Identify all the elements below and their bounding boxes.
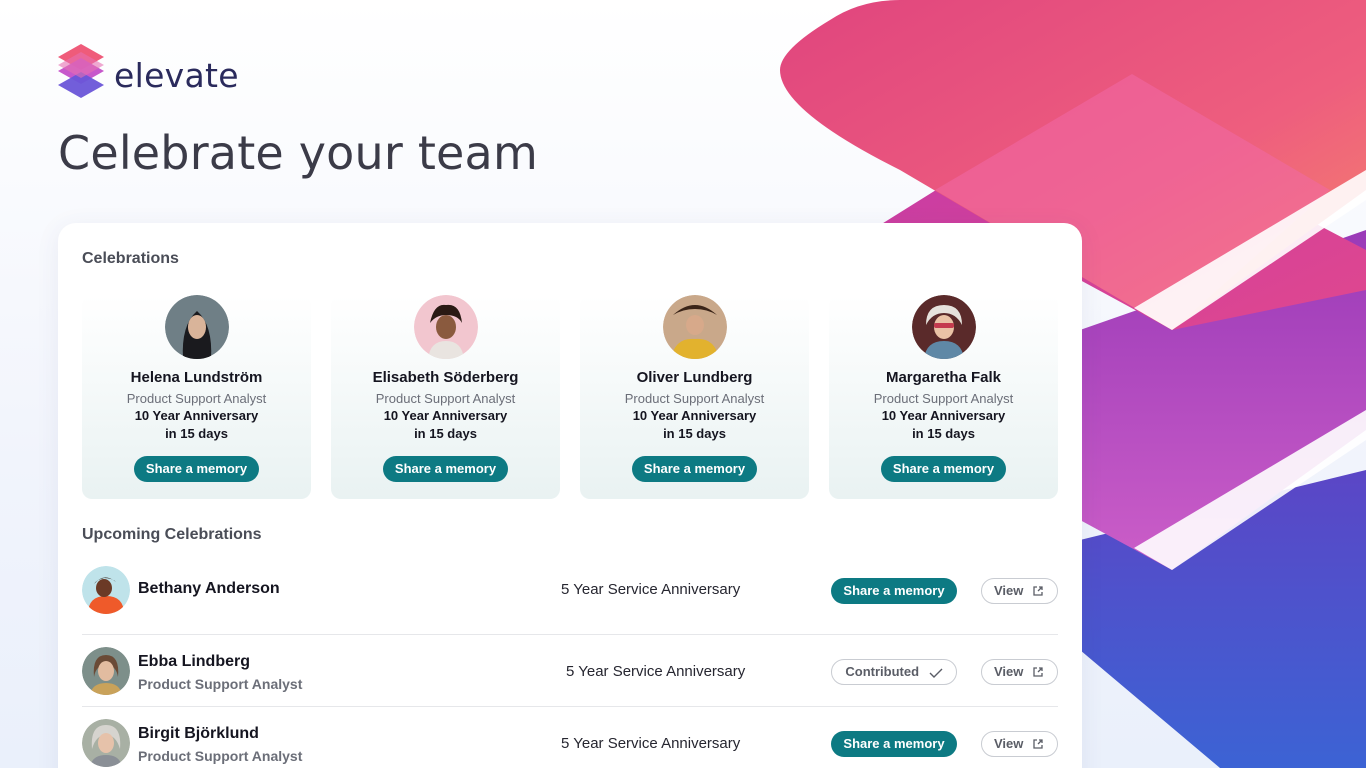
view-button[interactable]: View — [981, 659, 1058, 685]
page-title: Celebrate your team — [58, 126, 538, 180]
view-button[interactable]: View — [981, 578, 1058, 604]
celebration-card: Margaretha Falk Product Support Analyst … — [829, 295, 1058, 499]
external-link-icon — [1033, 739, 1043, 749]
celebrations-panel: Celebrations Helena Lundström Product Su… — [58, 223, 1082, 768]
avatar — [662, 295, 727, 359]
view-label: View — [994, 664, 1024, 679]
card-role: Product Support Analyst — [126, 391, 267, 406]
celebration-cards: Helena Lundström Product Support Analyst… — [82, 295, 1058, 499]
card-when: in 15 days — [912, 426, 975, 441]
share-memory-button[interactable]: Share a memory — [133, 456, 260, 482]
row-role: Product Support Analyst — [138, 676, 303, 692]
celebration-card: Helena Lundström Product Support Analyst… — [82, 295, 311, 499]
card-anniversary: 10 Year Anniversary — [134, 408, 259, 423]
card-anniversary: 10 Year Anniversary — [383, 408, 508, 423]
row-anniversary: 5 Year Service Anniversary — [566, 663, 746, 680]
contributed-label: Contributed — [845, 664, 920, 679]
list-item: Ebba Lindberg Product Support Analyst 5 … — [82, 635, 1058, 707]
celebration-card: Oliver Lundberg Product Support Analyst … — [580, 295, 809, 499]
elevate-logo-icon — [58, 44, 104, 98]
share-memory-button[interactable]: Share a memory — [831, 731, 957, 757]
card-name: Helena Lundström — [130, 369, 263, 386]
share-memory-button[interactable]: Share a memory — [831, 578, 957, 604]
row-name: Bethany Anderson — [138, 580, 280, 597]
card-anniversary: 10 Year Anniversary — [632, 408, 757, 423]
card-role: Product Support Analyst — [375, 391, 516, 406]
avatar — [911, 295, 976, 359]
card-name: Elisabeth Söderberg — [372, 369, 519, 386]
list-item: Birgit Björklund Product Support Analyst… — [82, 707, 1058, 768]
list-item: Bethany Anderson 5 Year Service Annivers… — [82, 563, 1058, 635]
view-label: View — [994, 736, 1024, 751]
celebration-card: Elisabeth Söderberg Product Support Anal… — [331, 295, 560, 499]
card-when: in 15 days — [165, 426, 228, 441]
card-role: Product Support Analyst — [624, 391, 765, 406]
row-name: Birgit Björklund — [138, 725, 259, 742]
card-when: in 15 days — [663, 426, 726, 441]
brand-name: elevate — [114, 55, 239, 95]
checkmark-icon — [929, 668, 943, 678]
row-role: Product Support Analyst — [138, 748, 303, 764]
share-memory-button[interactable]: Share a memory — [631, 456, 758, 482]
card-role: Product Support Analyst — [873, 391, 1014, 406]
row-anniversary: 5 Year Service Anniversary — [561, 735, 741, 752]
card-when: in 15 days — [414, 426, 477, 441]
external-link-icon — [1033, 667, 1043, 677]
view-button[interactable]: View — [981, 731, 1058, 757]
card-name: Oliver Lundberg — [636, 369, 753, 386]
row-anniversary: 5 Year Service Anniversary — [561, 581, 741, 598]
card-anniversary: 10 Year Anniversary — [881, 408, 1006, 423]
share-memory-button[interactable]: Share a memory — [880, 456, 1007, 482]
view-label: View — [994, 583, 1024, 598]
avatar — [413, 295, 478, 359]
upcoming-list: Bethany Anderson 5 Year Service Annivers… — [82, 563, 1058, 768]
avatar — [164, 295, 229, 359]
upcoming-section-title: Upcoming Celebrations — [82, 526, 262, 543]
row-name: Ebba Lindberg — [138, 653, 250, 670]
contributed-button[interactable]: Contributed — [831, 659, 957, 685]
share-memory-button[interactable]: Share a memory — [382, 456, 509, 482]
avatar — [82, 566, 130, 614]
celebrations-section-title: Celebrations — [82, 250, 179, 267]
brand-logo[interactable]: elevate — [58, 44, 239, 106]
card-name: Margaretha Falk — [885, 369, 1002, 386]
external-link-icon — [1033, 586, 1043, 596]
avatar — [82, 647, 130, 695]
avatar — [82, 719, 130, 767]
